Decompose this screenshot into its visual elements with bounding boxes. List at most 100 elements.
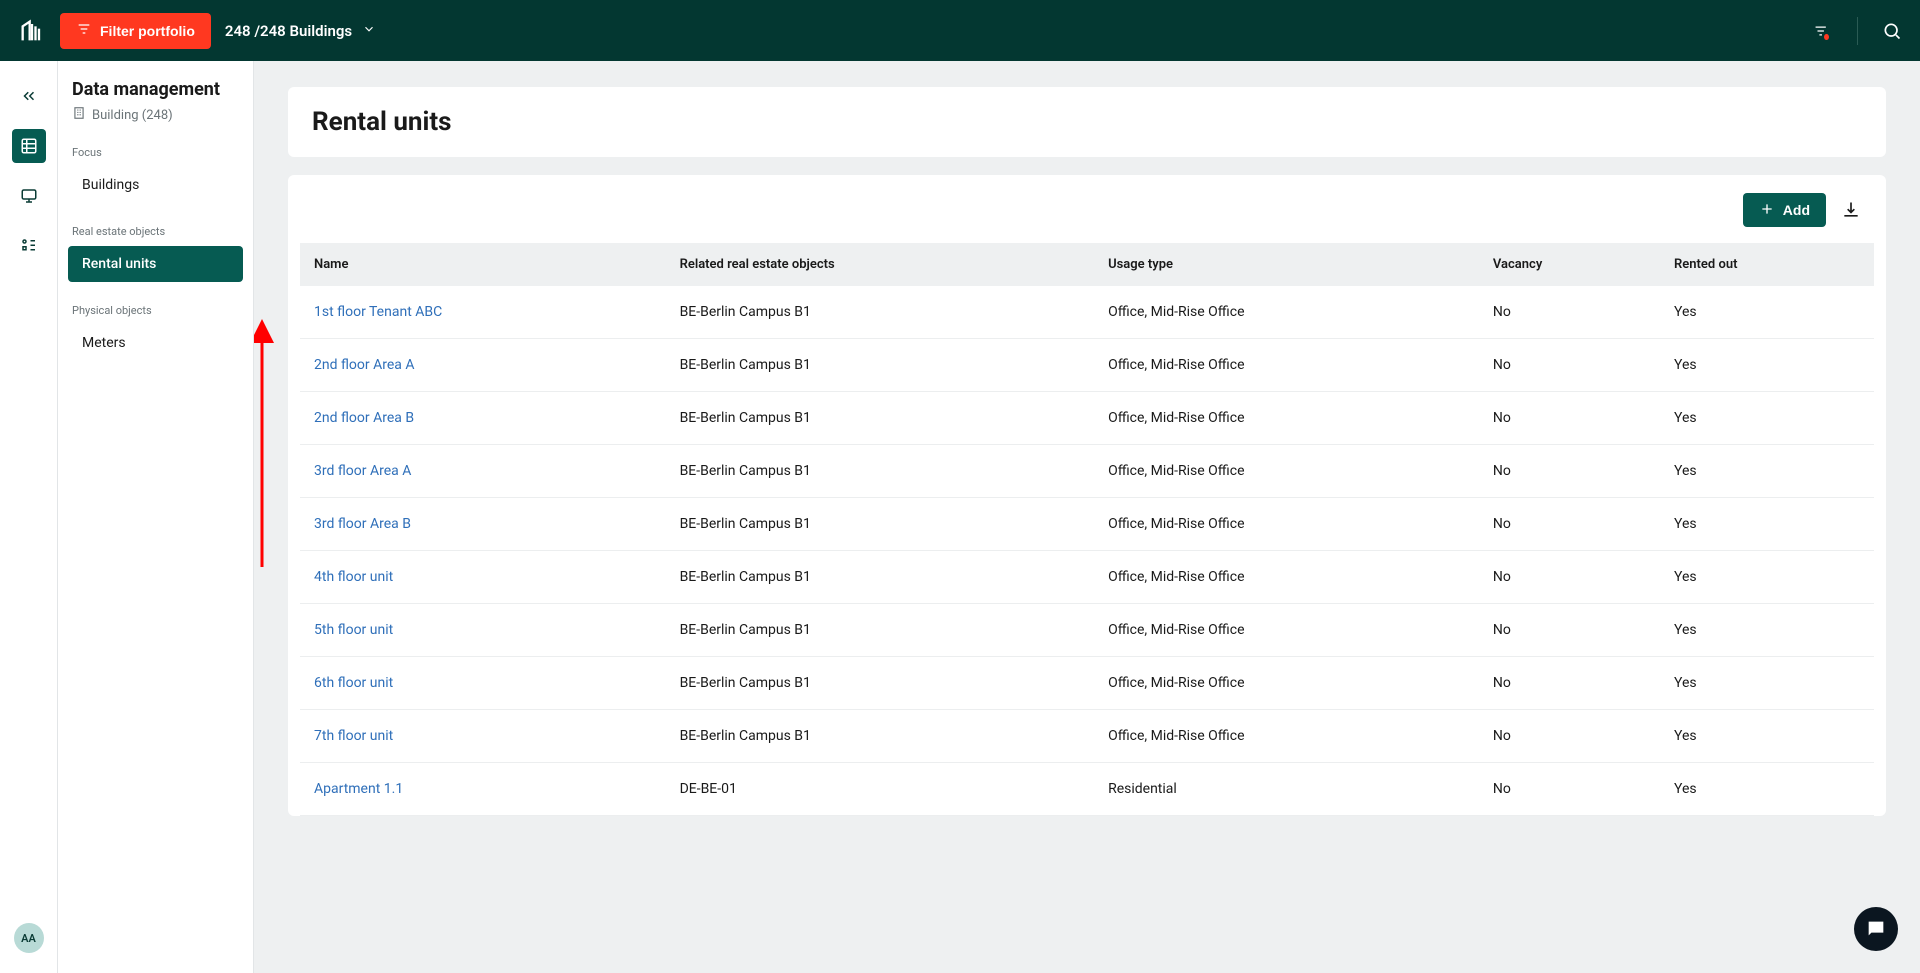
cell-rented: Yes bbox=[1660, 604, 1874, 657]
search-icon[interactable] bbox=[1882, 21, 1902, 41]
column-header[interactable]: Rented out bbox=[1660, 243, 1874, 286]
cell-name: 5th floor unit bbox=[300, 604, 666, 657]
rental-unit-link[interactable]: 1st floor Tenant ABC bbox=[314, 304, 442, 320]
cell-rented: Yes bbox=[1660, 551, 1874, 604]
cell-vacancy: No bbox=[1479, 710, 1660, 763]
cell-related: BE-Berlin Campus B1 bbox=[666, 551, 1095, 604]
sidebar-group-title: Physical objects bbox=[68, 304, 243, 317]
nav-rail: AA bbox=[0, 61, 58, 973]
rental-unit-link[interactable]: 6th floor unit bbox=[314, 675, 393, 691]
cell-related: BE-Berlin Campus B1 bbox=[666, 445, 1095, 498]
avatar[interactable]: AA bbox=[14, 923, 44, 953]
cell-vacancy: No bbox=[1479, 498, 1660, 551]
cell-related: BE-Berlin Campus B1 bbox=[666, 392, 1095, 445]
plus-icon bbox=[1759, 201, 1775, 220]
topbar-right bbox=[1813, 17, 1902, 45]
cell-vacancy: No bbox=[1479, 445, 1660, 498]
column-header[interactable]: Name bbox=[300, 243, 666, 286]
column-header[interactable]: Related real estate objects bbox=[666, 243, 1095, 286]
cell-name: 2nd floor Area B bbox=[300, 392, 666, 445]
cell-rented: Yes bbox=[1660, 286, 1874, 339]
rental-unit-link[interactable]: Apartment 1.1 bbox=[314, 781, 403, 797]
table-row: Apartment 1.1DE-BE-01ResidentialNoYes bbox=[300, 763, 1874, 816]
rental-unit-link[interactable]: 4th floor unit bbox=[314, 569, 393, 585]
collapse-sidebar-button[interactable] bbox=[12, 79, 46, 113]
sidebar-item-buildings[interactable]: Buildings bbox=[68, 167, 243, 203]
page-header: Rental units bbox=[288, 87, 1886, 157]
cell-vacancy: No bbox=[1479, 339, 1660, 392]
sidebar-item-meters[interactable]: Meters bbox=[68, 325, 243, 361]
cell-name: 6th floor unit bbox=[300, 657, 666, 710]
chat-fab[interactable] bbox=[1854, 907, 1898, 951]
cell-name: 4th floor unit bbox=[300, 551, 666, 604]
cell-rented: Yes bbox=[1660, 498, 1874, 551]
topbar-divider bbox=[1857, 17, 1858, 45]
cell-related: DE-BE-01 bbox=[666, 763, 1095, 816]
cell-vacancy: No bbox=[1479, 604, 1660, 657]
nav-settings-icon[interactable] bbox=[12, 229, 46, 263]
sidebar-item-label: Buildings bbox=[82, 177, 139, 193]
rental-unit-link[interactable]: 7th floor unit bbox=[314, 728, 393, 744]
column-header[interactable]: Usage type bbox=[1094, 243, 1479, 286]
sidebar-subtitle: Building (248) bbox=[68, 106, 243, 124]
table-row: 6th floor unitBE-Berlin Campus B1Office,… bbox=[300, 657, 1874, 710]
cell-usage: Residential bbox=[1094, 763, 1479, 816]
filter-portfolio-label: Filter portfolio bbox=[100, 23, 195, 39]
table-toolbar: Add bbox=[288, 193, 1886, 243]
table-row: 5th floor unit BE-Berlin Campus B1Office,… bbox=[300, 604, 1874, 657]
table-row: 3rd floor Area B BE-Berlin Campus B1Offic… bbox=[300, 498, 1874, 551]
cell-vacancy: No bbox=[1479, 551, 1660, 604]
cell-related: BE-Berlin Campus B1 bbox=[666, 286, 1095, 339]
nav-monitor-icon[interactable] bbox=[12, 179, 46, 213]
rental-unit-link[interactable]: 2nd floor Area A bbox=[314, 357, 415, 373]
cell-related: BE-Berlin Campus B1 bbox=[666, 339, 1095, 392]
add-button-label: Add bbox=[1783, 202, 1810, 218]
filter-icon bbox=[76, 21, 92, 40]
table-row: 4th floor unitBE-Berlin Campus B1Office,… bbox=[300, 551, 1874, 604]
filter-alert-icon[interactable] bbox=[1813, 21, 1833, 41]
cell-rented: Yes bbox=[1660, 339, 1874, 392]
cell-usage: Office, Mid-Rise Office bbox=[1094, 604, 1479, 657]
cell-name: Apartment 1.1 bbox=[300, 763, 666, 816]
nav-data-table-icon[interactable] bbox=[12, 129, 46, 163]
rental-unit-link[interactable]: 3rd floor Area B bbox=[314, 516, 411, 532]
cell-related: BE-Berlin Campus B1 bbox=[666, 498, 1095, 551]
rental-unit-link[interactable]: 2nd floor Area B bbox=[314, 410, 414, 426]
table-row: 1st floor Tenant ABCBE-Berlin Campus B1O… bbox=[300, 286, 1874, 339]
table-row: 2nd floor Area BBE-Berlin Campus B1Offic… bbox=[300, 392, 1874, 445]
building-icon bbox=[72, 106, 86, 124]
cell-usage: Office, Mid-Rise Office bbox=[1094, 710, 1479, 763]
rental-unit-link[interactable]: 3rd floor Area A bbox=[314, 463, 411, 479]
cell-vacancy: No bbox=[1479, 763, 1660, 816]
cell-vacancy: No bbox=[1479, 657, 1660, 710]
filter-portfolio-button[interactable]: Filter portfolio bbox=[60, 13, 211, 49]
cell-vacancy: No bbox=[1479, 392, 1660, 445]
table-row: 3rd floor Area A BE-Berlin Campus B1Offic… bbox=[300, 445, 1874, 498]
cell-rented: Yes bbox=[1660, 392, 1874, 445]
add-button[interactable]: Add bbox=[1743, 193, 1826, 227]
cell-rented: Yes bbox=[1660, 657, 1874, 710]
rental-unit-link[interactable]: 5th floor unit bbox=[314, 622, 393, 638]
sidebar-subtitle-text: Building (248) bbox=[92, 108, 173, 123]
cell-related: BE-Berlin Campus B1 bbox=[666, 710, 1095, 763]
sidebar-item-rental-units[interactable]: Rental units bbox=[68, 246, 243, 282]
cell-name: 7th floor unit bbox=[300, 710, 666, 763]
sidebar-item-label: Rental units bbox=[82, 256, 156, 272]
sidebar-group-title: Focus bbox=[68, 146, 243, 159]
sidebar-group-title: Real estate objects bbox=[68, 225, 243, 238]
cell-name: 3rd floor Area B bbox=[300, 498, 666, 551]
sidebar: Data management Building (248) FocusBuil… bbox=[58, 61, 254, 973]
cell-related: BE-Berlin Campus B1 bbox=[666, 604, 1095, 657]
export-button[interactable] bbox=[1840, 199, 1862, 221]
cell-vacancy: No bbox=[1479, 286, 1660, 339]
cell-name: 3rd floor Area A bbox=[300, 445, 666, 498]
rental-units-table: NameRelated real estate objectsUsage typ… bbox=[300, 243, 1874, 816]
cell-usage: Office, Mid-Rise Office bbox=[1094, 445, 1479, 498]
column-header[interactable]: Vacancy bbox=[1479, 243, 1660, 286]
cell-name: 2nd floor Area A bbox=[300, 339, 666, 392]
cell-usage: Office, Mid-Rise Office bbox=[1094, 498, 1479, 551]
brand-logo[interactable] bbox=[18, 17, 46, 45]
sidebar-item-label: Meters bbox=[82, 335, 126, 351]
building-count-dropdown[interactable]: 248 /248 Buildings bbox=[225, 22, 376, 40]
cell-usage: Office, Mid-Rise Office bbox=[1094, 339, 1479, 392]
